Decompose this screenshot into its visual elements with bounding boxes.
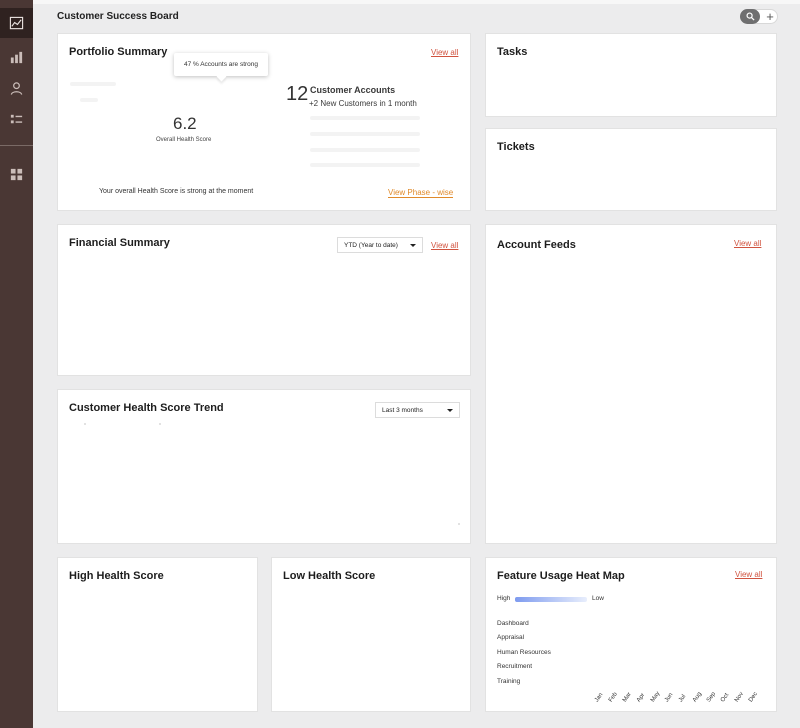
trend-title: Customer Health Score Trend <box>69 402 224 414</box>
financial-period-select[interactable]: YTD (Year to date) <box>337 237 423 253</box>
financial-title: Financial Summary <box>69 237 170 249</box>
financial-view-all-link[interactable]: View all <box>431 241 458 250</box>
heatmap-row-label: Recruitment <box>497 663 533 670</box>
bar-chart-icon <box>10 51 23 63</box>
heatmap-month-label: May <box>650 690 662 704</box>
placeholder-line <box>310 163 420 167</box>
heatmap-row-label: Dashboard <box>497 620 529 627</box>
heatmap-row-label: Training <box>497 678 521 685</box>
heatmap-month-label: Jun <box>664 692 675 704</box>
caret-down-icon <box>447 409 453 412</box>
placeholder-dot <box>84 423 86 425</box>
line-chart-icon <box>9 16 24 29</box>
placeholder-dot <box>458 523 460 525</box>
low-health-card: Low Health Score <box>271 557 471 712</box>
placeholder-line <box>310 148 420 152</box>
heatmap-month-label: Oct <box>720 692 731 704</box>
tasks-card: Tasks <box>485 33 777 117</box>
portfolio-title: Portfolio Summary <box>69 46 168 58</box>
sidebar <box>0 0 33 728</box>
plus-icon: + <box>766 8 774 24</box>
health-trend-card: Customer Health Score Trend Last 3 month… <box>57 389 471 544</box>
caret-down-icon <box>410 244 416 247</box>
tickets-title: Tickets <box>497 141 535 153</box>
heatmap-month-label: Sep <box>706 691 718 704</box>
feeds-title: Account Feeds <box>497 239 576 251</box>
heatmap-month-label: Aug <box>692 691 704 704</box>
grid-icon <box>10 168 23 180</box>
add-button[interactable]: + <box>762 8 778 24</box>
heatmap-title: Feature Usage Heat Map <box>497 570 625 582</box>
feeds-view-all-link[interactable]: View all <box>734 239 761 248</box>
top-strip <box>33 0 800 4</box>
heatmap-month-label: Feb <box>608 691 619 704</box>
placeholder-line <box>310 116 420 120</box>
legend-low-label: Low <box>592 595 604 602</box>
heatmap-month-label: Apr <box>636 692 647 704</box>
heatmap-month-label: Jan <box>594 692 605 704</box>
accounts-subtitle: +2 New Customers in 1 month <box>309 99 417 108</box>
view-phase-wise-link[interactable]: View Phase - wise <box>388 188 454 198</box>
portfolio-view-all-link[interactable]: View all <box>431 48 458 57</box>
portfolio-summary-card: Portfolio Summary View all 47 % Accounts… <box>57 33 471 211</box>
financial-summary-card: Financial Summary YTD (Year to date) Vie… <box>57 224 471 376</box>
placeholder-line <box>70 82 116 86</box>
low-health-title: Low Health Score <box>283 570 376 582</box>
trend-period-value: Last 3 months <box>382 406 423 414</box>
sidebar-item-reports[interactable] <box>0 42 33 72</box>
health-score-label: Overall Health Score <box>156 137 212 143</box>
page-title: Customer Success Board <box>57 11 179 22</box>
main-area: Customer Success Board + Portfolio Summa… <box>33 0 800 728</box>
health-score-value: 6.2 <box>173 114 197 133</box>
search-button[interactable] <box>740 9 760 24</box>
account-feeds-card: Account Feeds View all <box>485 224 777 544</box>
health-note: Your overall Health Score is strong at t… <box>99 188 254 195</box>
trend-period-select[interactable]: Last 3 months <box>375 402 460 418</box>
heatmap-month-label: Dec <box>748 691 760 704</box>
sidebar-item-customers[interactable] <box>0 73 33 103</box>
financial-period-value: YTD (Year to date) <box>344 241 398 249</box>
chart-tooltip: 47 % Accounts are strong <box>174 53 268 76</box>
tickets-card: Tickets <box>485 128 777 211</box>
accounts-count: 12 <box>286 83 309 105</box>
user-icon <box>10 81 23 95</box>
heatmap-month-label: Nov <box>734 691 746 704</box>
list-icon <box>10 114 23 123</box>
search-icon <box>745 12 755 21</box>
heatmap-legend-bar <box>515 597 587 602</box>
legend-high-label: High <box>497 595 511 602</box>
placeholder-line <box>310 132 420 136</box>
placeholder-dot <box>159 423 161 425</box>
heatmap-row-label: Human Resources <box>497 649 551 656</box>
high-health-card: High Health Score <box>57 557 258 712</box>
heatmap-view-all-link[interactable]: View all <box>735 570 762 579</box>
sidebar-item-dashboard[interactable] <box>0 8 33 38</box>
top-actions: + <box>740 9 778 24</box>
sidebar-item-apps[interactable] <box>0 159 33 189</box>
heatmap-row-label: Appraisal <box>497 634 525 641</box>
accounts-title: Customer Accounts <box>310 85 396 95</box>
sidebar-item-tasks[interactable] <box>0 104 33 134</box>
heatmap-card: Feature Usage Heat Map View all High Low… <box>485 557 777 712</box>
sidebar-divider <box>0 145 33 146</box>
tasks-title: Tasks <box>497 46 528 58</box>
placeholder-line <box>80 98 98 102</box>
high-health-title: High Health Score <box>69 570 164 582</box>
heatmap-month-label: Jul <box>678 693 688 704</box>
heatmap-month-label: Mar <box>622 691 633 704</box>
